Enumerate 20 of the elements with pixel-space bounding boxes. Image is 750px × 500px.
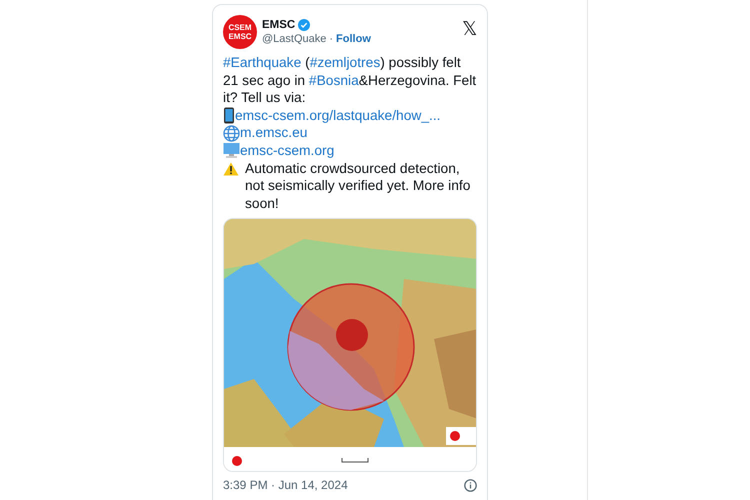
link[interactable]: m.emsc.eu <box>240 124 308 142</box>
follow-link[interactable]: Follow <box>336 33 371 45</box>
author-handle: @LastQuake <box>262 33 326 45</box>
tweet-text: #Earthquake (#zemljotres) possibly felt 21 sec ago in #Bosnia&Herzegovina. Felt it? Tell us via: <box>223 54 477 107</box>
phone-icon <box>223 107 235 124</box>
globe-icon <box>223 124 240 142</box>
info-icon[interactable] <box>464 478 477 492</box>
timestamp[interactable]: 3:39 PM · Jun 14, 2024 <box>223 478 348 492</box>
hashtag-link[interactable]: #Earthquake <box>223 55 302 70</box>
hashtag-link[interactable]: #Bosnia <box>308 72 359 88</box>
link[interactable]: emsc-csem.org <box>240 142 334 160</box>
separator: · <box>329 33 334 45</box>
x-logo-button[interactable]: 𝕏 <box>462 17 477 41</box>
author-name[interactable]: EMSC <box>262 19 296 31</box>
warning-icon <box>223 162 239 176</box>
computer-icon <box>223 142 240 160</box>
hashtag-link[interactable]: #zemljotres <box>310 55 380 70</box>
link[interactable]: emsc-csem.org/lastquake/how_... <box>235 106 441 124</box>
warning-text: Automatic crowdsourced detection, not seismically verified yet. More info soon! <box>245 160 472 212</box>
avatar-logo[interactable]: CSEM EMSC <box>223 15 257 49</box>
